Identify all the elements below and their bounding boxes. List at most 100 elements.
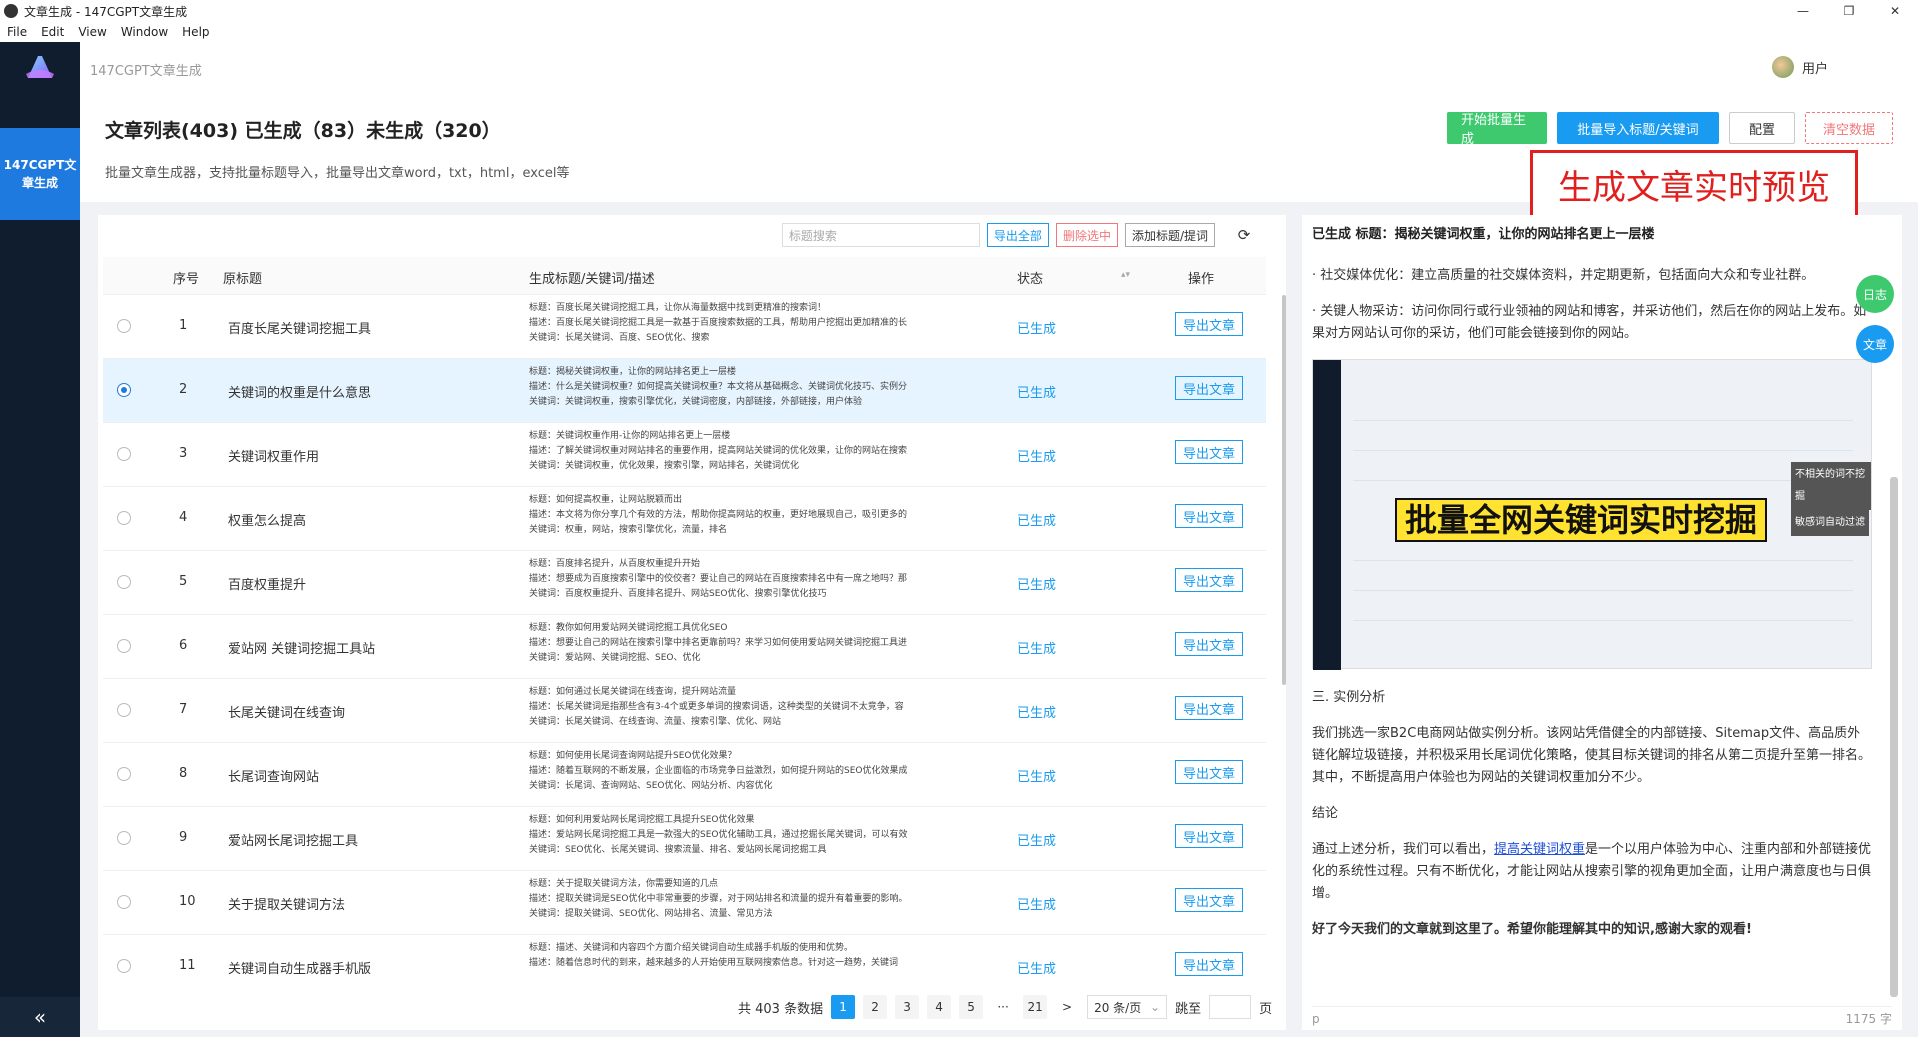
- export-article-button[interactable]: 导出文章: [1175, 376, 1244, 400]
- menu-window[interactable]: Window: [114, 25, 175, 39]
- export-article-button[interactable]: 导出文章: [1175, 504, 1244, 528]
- export-article-button[interactable]: 导出文章: [1175, 760, 1244, 784]
- col-num: 序号: [173, 272, 200, 287]
- row-radio[interactable]: [117, 767, 131, 781]
- row-radio[interactable]: [117, 831, 131, 845]
- table-row[interactable]: 5 百度权重提升 标题：百度排名提升，从百度权重提升开始 描述：想要成为百度搜索引擎中…: [103, 551, 1266, 615]
- page-3[interactable]: 3: [895, 995, 920, 1019]
- menu-file[interactable]: File: [0, 25, 34, 39]
- row-radio[interactable]: [117, 447, 131, 461]
- row-desc-line: 标题：描述、关键词和内容四个方面介绍关键词自动生成器手机版的使用和优势。: [529, 943, 854, 953]
- sidebar-item-article-gen[interactable]: 147CGPT文章生成: [0, 128, 80, 220]
- image-row-line: [1353, 420, 1853, 421]
- refresh-icon[interactable]: ⟳: [1232, 223, 1256, 247]
- title-search-input[interactable]: 标题搜索: [781, 223, 980, 247]
- page-size-value: 20 条/页: [1094, 1000, 1142, 1015]
- log-float-button[interactable]: 日志: [1856, 275, 1894, 313]
- row-desc-line: 描述：本文将为你分享几个有效的方法，帮助你提高网站的权重，更好地展现自己，吸引更…: [529, 510, 908, 520]
- menu-view[interactable]: View: [71, 25, 113, 39]
- row-num: 10: [179, 894, 196, 909]
- preview-conclusion-heading: 结论: [1312, 806, 1339, 821]
- table-row[interactable]: 8 长尾词查询网站 标题：如何使用长尾词查询网站提升SEO优化效果？ 描述：随着互联网…: [103, 743, 1266, 807]
- export-article-button[interactable]: 导出文章: [1175, 696, 1244, 720]
- table-row[interactable]: 3 关键词权重作用 标题：关键词权重作用-让你的网站排名更上一层楼 描述：了解关键词权…: [103, 423, 1266, 487]
- sort-icon[interactable]: ▴▾: [1121, 270, 1130, 280]
- user-menu[interactable]: 用户: [1771, 56, 1828, 78]
- row-radio[interactable]: [117, 959, 131, 973]
- row-desc-line: 标题：百度排名提升，从百度权重提升开始: [529, 559, 701, 569]
- menu-help[interactable]: Help: [175, 25, 216, 39]
- next-page-button[interactable]: >: [1055, 995, 1079, 1019]
- row-radio[interactable]: [117, 703, 131, 717]
- row-status: 已生成: [1017, 450, 1057, 465]
- row-radio[interactable]: [117, 895, 131, 909]
- row-desc: 标题：百度排名提升，从百度权重提升开始描述：想要成为百度搜索引擎中的佼佼者？要让…: [529, 557, 949, 602]
- row-title: 长尾词查询网站: [228, 770, 320, 785]
- start-batch-button[interactable]: 开始批量生成: [1447, 112, 1547, 147]
- row-desc-line: 描述：随着互联网的不断发展，企业面临的市场竞争日益激烈，如何提升网站的SEO优化…: [529, 766, 908, 776]
- page-2[interactable]: 2: [863, 995, 888, 1019]
- preview-title: 已生成 标题：揭秘关键词权重，让你的网站排名更上一层楼: [1312, 227, 1655, 242]
- row-radio[interactable]: [117, 383, 131, 397]
- export-article-button[interactable]: 导出文章: [1175, 440, 1244, 464]
- preview-body[interactable]: · 社交媒体优化：建立高质量的社交媒体资料，并定期更新，包括面向大众和专业社群。…: [1312, 265, 1872, 1005]
- pagination-total: 共 403 条数据: [738, 1001, 824, 1017]
- image-row-line: [1353, 450, 1853, 451]
- table-scrollbar[interactable]: [1282, 295, 1286, 685]
- export-article-button[interactable]: 导出文章: [1175, 952, 1244, 976]
- menu-edit[interactable]: Edit: [34, 25, 71, 39]
- row-desc-line: 描述：提取关键词是SEO优化中非常重要的步骤，对于网站排名和流量的提升有着重要的…: [529, 894, 908, 904]
- row-radio[interactable]: [117, 639, 131, 653]
- export-article-button[interactable]: 导出文章: [1175, 568, 1244, 592]
- table-row[interactable]: 9 爱站网长尾词挖掘工具 标题：如何利用爱站网长尾词挖掘工具提升SEO优化效果 描述：…: [103, 807, 1266, 871]
- export-article-button[interactable]: 导出文章: [1175, 888, 1244, 912]
- table-row[interactable]: 6 爱站网 关键词挖掘工具站 标题：教你如何用爱站网关键词挖掘工具优化SEO 描述：想…: [103, 615, 1266, 679]
- table-row[interactable]: 2 关键词的权重是什么意思 标题：揭秘关键词权重，让你的网站排名更上一层楼 描述：什么…: [103, 359, 1266, 423]
- delete-selected-button[interactable]: 删除选中: [1055, 223, 1118, 247]
- sidebar-collapse-button[interactable]: «: [0, 997, 80, 1037]
- close-button[interactable]: ✕: [1872, 0, 1918, 22]
- row-desc-line: 关键词：百度权重提升、百度排名提升、网站SEO优化、搜索引擎优化技巧: [529, 589, 827, 599]
- minimize-button[interactable]: —: [1780, 0, 1826, 22]
- col-status[interactable]: 状态: [1017, 268, 1043, 287]
- table-row[interactable]: 10 关于提取关键词方法 标题：关于提取关键词方法，你需要知道的几点 描述：提取关键词…: [103, 871, 1266, 935]
- table-body: 1 百度长尾关键词挖掘工具 标题：百度长尾关键词挖掘工具，让你从海量数据中找到更精准…: [103, 295, 1266, 985]
- table-row[interactable]: 7 长尾关键词在线查询 标题：如何通过长尾关键词在线查询，提升网站流量 描述：长尾关键…: [103, 679, 1266, 743]
- export-all-button[interactable]: 导出全部: [986, 223, 1049, 247]
- table-row[interactable]: 1 百度长尾关键词挖掘工具 标题：百度长尾关键词挖掘工具，让你从海量数据中找到更精准…: [103, 295, 1266, 359]
- clear-data-button[interactable]: 清空数据: [1805, 112, 1893, 144]
- maximize-button[interactable]: ❐: [1826, 0, 1872, 22]
- page-ellipsis[interactable]: ···: [991, 995, 1015, 1019]
- row-title: 关键词的权重是什么意思: [228, 386, 372, 401]
- jump-label: 跳至: [1175, 1001, 1202, 1017]
- page-4[interactable]: 4: [927, 995, 952, 1019]
- preview-scrollbar[interactable]: [1890, 477, 1898, 997]
- config-button[interactable]: 配置: [1729, 112, 1795, 144]
- export-article-button[interactable]: 导出文章: [1175, 632, 1244, 656]
- page-subtitle: 批量文章生成器，支持批量标题导入，批量导出文章word，txt，html，exc…: [105, 166, 570, 181]
- row-radio[interactable]: [117, 511, 131, 525]
- row-desc: 标题：关键词权重作用-让你的网站排名更上一层楼 描述：了解关键词权重对网站排名的重…: [529, 429, 949, 474]
- row-radio[interactable]: [117, 319, 131, 333]
- keyword-link[interactable]: 提高关键词权重: [1494, 842, 1585, 857]
- table-toolbar: 标题搜索 导出全部 删除选中 添加标题/提词 ⟳: [781, 223, 1256, 247]
- export-article-button[interactable]: 导出文章: [1175, 824, 1244, 848]
- table-row[interactable]: 11 关键词自动生成器手机版 标题：描述、关键词和内容四个方面介绍关键词自动生成器手…: [103, 935, 1266, 985]
- jump-page-input[interactable]: [1209, 995, 1252, 1019]
- row-num: 1: [179, 318, 188, 333]
- page-size-select[interactable]: 20 条/页 ⌄: [1087, 995, 1168, 1019]
- chevron-down-icon: ⌄: [1150, 1000, 1161, 1014]
- col-title: 原标题: [223, 272, 263, 287]
- row-desc: 标题：关于提取关键词方法，你需要知道的几点 描述：提取关键词是SEO优化中非常重要…: [529, 877, 949, 922]
- export-article-button[interactable]: 导出文章: [1175, 312, 1244, 336]
- add-title-button[interactable]: 添加标题/提词: [1124, 223, 1215, 247]
- row-num: 9: [179, 830, 188, 845]
- page-21[interactable]: 21: [1023, 995, 1048, 1019]
- page-1[interactable]: 1: [831, 995, 856, 1019]
- row-desc-line: 描述：想要成为百度搜索引擎中的佼佼者？要让自己的网站在百度搜索排名中有一席之地吗…: [529, 574, 908, 584]
- row-radio[interactable]: [117, 575, 131, 589]
- page-5[interactable]: 5: [959, 995, 984, 1019]
- batch-import-button[interactable]: 批量导入标题/关键词: [1557, 112, 1719, 144]
- table-row[interactable]: 4 权重怎么提高 标题：如何提高权重，让网站脱颖而出 描述：本文将为你分享几个有效的方…: [103, 487, 1266, 551]
- article-float-button[interactable]: 文章: [1856, 325, 1894, 363]
